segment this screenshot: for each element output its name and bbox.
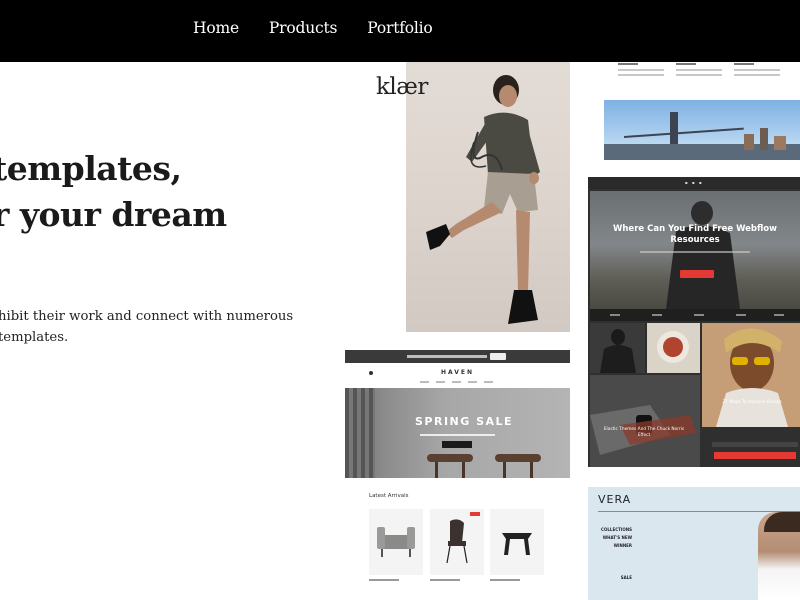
nav-links: Home Products Portfolio: [193, 19, 433, 37]
shop-button: [442, 441, 472, 448]
hero-subtitle: hibit their work and connect with numero…: [0, 306, 293, 348]
vera-menu-item: WINNER: [613, 543, 632, 548]
nav-placeholder: [468, 381, 477, 383]
klaer-logo: klær: [376, 74, 428, 100]
hero-title: templates, r your dream: [0, 146, 227, 238]
bridge-deck: [623, 127, 744, 138]
nav-placeholder: [420, 381, 429, 383]
vera-menu-item: SALE: [620, 575, 632, 580]
haven-logo: HAVEN: [440, 369, 475, 376]
vera-menu-spacer: [598, 550, 632, 574]
hero-subtext: [640, 251, 750, 253]
latest-arrivals-heading: Latest Arrivals: [369, 493, 409, 499]
chair-icon: [446, 519, 468, 564]
stool-image: [495, 454, 541, 478]
resource-hero-title: Where Can You Find Free Webflow Resource…: [613, 224, 777, 245]
hero-subtitle-line2: templates.: [0, 330, 69, 345]
hero-title-line2: r your dream: [0, 195, 227, 234]
haven-hero-banner: SPRING SALE: [345, 388, 570, 478]
resource-tabs: [590, 309, 800, 321]
spring-sale-heading: SPRING SALE: [415, 415, 514, 428]
template-preview-resources[interactable]: ▪ ▪ ▪ Where Can You Find Free Webflow Re…: [588, 177, 800, 467]
product-card: [430, 509, 484, 575]
building: [744, 134, 754, 150]
tile-portrait-title: 27 Ways To Improve Design: [722, 400, 782, 405]
nav-placeholder: [484, 381, 493, 383]
bridge-image: [604, 100, 800, 160]
woman-portrait-icon: [716, 328, 788, 427]
watch-icon: [590, 405, 696, 455]
tile-jacket: [590, 323, 645, 373]
curtain-image: [345, 388, 375, 478]
product-card: [369, 509, 423, 575]
fashion-model-image: [406, 62, 570, 332]
subscribe-button: [714, 452, 796, 459]
text-column: [734, 63, 784, 79]
nav-home-link[interactable]: Home: [193, 19, 239, 37]
tile-watch: Elastic Themes And The Chuck Norris Effe…: [590, 375, 700, 467]
vera-logo: VERA: [598, 493, 632, 506]
banner-divider: [420, 434, 495, 436]
building: [774, 136, 786, 150]
waterfront: [604, 144, 800, 160]
vera-menu-item: WHAT'S NEW: [602, 535, 632, 540]
text-column: [676, 63, 726, 79]
person-jacket-icon: [666, 201, 740, 309]
bridge-tower: [670, 112, 678, 148]
vera-menu: COLLECTIONS WHAT'S NEW WINNER SALE: [598, 526, 632, 582]
newsletter-input: [712, 442, 798, 447]
jacket-icon: [600, 329, 636, 373]
hero-title-line1: templates,: [0, 149, 182, 188]
product-caption: [430, 579, 460, 581]
product-caption: [369, 579, 399, 581]
template-preview-vera[interactable]: VERA COLLECTIONS WHAT'S NEW WINNER SALE: [588, 487, 800, 600]
template-preview-haven[interactable]: HAVEN SPRING SALE Latest Arrivals: [345, 350, 570, 600]
tile-portrait: 27 Ways To Improve Design: [702, 323, 800, 427]
resource-logo: ▪ ▪ ▪: [684, 180, 704, 185]
nav-products-link[interactable]: Products: [269, 19, 338, 37]
product-caption: [490, 579, 520, 581]
top-nav: Home Products Portfolio: [0, 0, 800, 62]
tile-watch-title: Elastic Themes And The Chuck Norris Effe…: [603, 427, 685, 438]
resource-nav: ▪ ▪ ▪: [588, 177, 800, 189]
tile-food: [647, 323, 700, 373]
hero-subtitle-line1: hibit their work and connect with numero…: [0, 309, 294, 324]
product-card: [490, 509, 544, 575]
side-table-icon: [502, 533, 532, 555]
announcement-text-placeholder: [407, 355, 487, 358]
nav-portfolio-link[interactable]: Portfolio: [367, 19, 432, 37]
model-figure-icon: [426, 75, 540, 324]
template-preview-article[interactable]: [588, 62, 800, 162]
armchair-icon: [377, 527, 415, 557]
announcement-button: [490, 353, 506, 360]
nav-placeholder: [436, 381, 445, 383]
text-column: [618, 63, 668, 79]
stool-image: [427, 454, 473, 478]
haven-announcement-bar: [345, 350, 570, 363]
resource-hero: Where Can You Find Free Webflow Resource…: [590, 191, 800, 309]
haven-nav: [420, 381, 493, 383]
vera-menu-item: COLLECTIONS: [601, 527, 632, 532]
nav-placeholder: [452, 381, 461, 383]
hero-cta-button: [680, 270, 714, 278]
building: [760, 128, 768, 150]
bowl-icon: [657, 331, 689, 363]
template-preview-klaer[interactable]: klær: [368, 62, 570, 334]
sale-badge: [470, 512, 480, 516]
